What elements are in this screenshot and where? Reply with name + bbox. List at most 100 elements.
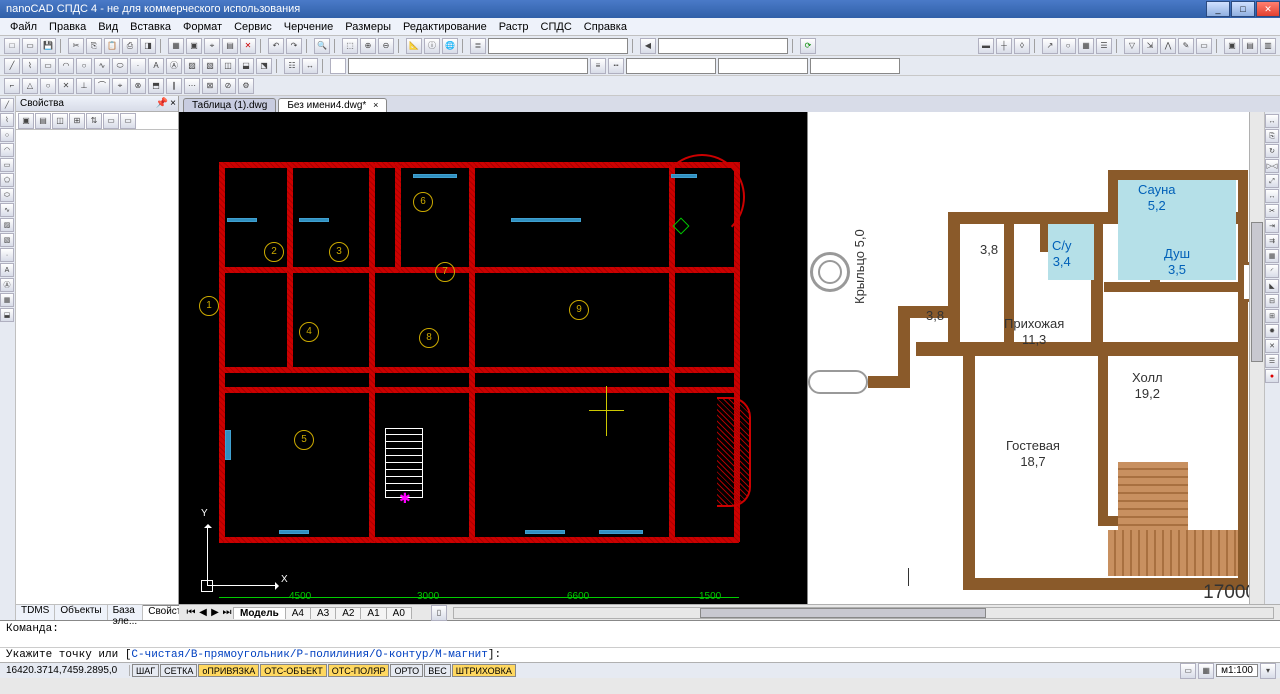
viewport-plan[interactable]: ✕ <box>808 112 1264 604</box>
pline-icon[interactable]: ⌇ <box>22 58 38 74</box>
command-prompt[interactable]: Укажите точку или [C-чистая/B-прямоуголь… <box>0 647 1280 662</box>
new-icon[interactable]: □ <box>4 38 20 54</box>
osnap-app-icon[interactable]: ⊠ <box>202 78 218 94</box>
spds-wall-icon[interactable]: ▬ <box>978 38 994 54</box>
v-mtext-icon[interactable]: Ⓐ <box>0 278 14 292</box>
dim-mgr-icon[interactable]: ↔ <box>302 58 318 74</box>
osnap-par-icon[interactable]: ∥ <box>166 78 182 94</box>
open-icon[interactable]: ▭ <box>22 38 38 54</box>
r-array-icon[interactable]: ▦ <box>1265 249 1279 263</box>
circle-icon[interactable]: ○ <box>76 58 92 74</box>
status-grid-icon[interactable]: ▦ <box>1198 663 1214 679</box>
spds-b-icon[interactable]: ▤ <box>1242 38 1258 54</box>
refresh-icon[interactable]: ⟳ <box>800 38 816 54</box>
props-b-icon[interactable]: ▭ <box>120 113 136 129</box>
v-spline-icon[interactable]: ∿ <box>0 203 14 217</box>
spds-window-icon[interactable]: ◊ <box>1014 38 1030 54</box>
r-fillet-icon[interactable]: ◜ <box>1265 264 1279 278</box>
menu-format[interactable]: Формат <box>177 21 228 33</box>
window-close-button[interactable]: ✕ <box>1256 1 1280 17</box>
status-osnap[interactable]: оПРИВЯЗКА <box>198 664 259 677</box>
osnap-none-icon[interactable]: ⊘ <box>220 78 236 94</box>
r-move-icon[interactable]: ↔ <box>1265 114 1279 128</box>
props-filter-icon[interactable]: ▤ <box>35 113 51 129</box>
cut-icon[interactable]: ✂ <box>68 38 84 54</box>
globe-icon[interactable]: 🌐 <box>442 38 458 54</box>
v-table-icon[interactable]: ▦ <box>0 293 14 307</box>
layout-tab-a4[interactable]: A4 <box>285 607 311 619</box>
layer-combo[interactable] <box>488 38 628 54</box>
undo-icon[interactable]: ↶ <box>268 38 284 54</box>
osnap-int-icon[interactable]: ✕ <box>58 78 74 94</box>
viewport-cad[interactable]: 1 2 3 4 5 6 7 8 9 ✱ 4500 3000 <box>179 112 808 604</box>
r-props-icon[interactable]: ☰ <box>1265 354 1279 368</box>
r-break-icon[interactable]: ⊟ <box>1265 294 1279 308</box>
snap-icon[interactable]: ⌖ <box>204 38 220 54</box>
command-area[interactable]: Команда: Укажите точку или [C-чистая/B-п… <box>0 620 1280 662</box>
menu-insert[interactable]: Вставка <box>124 21 177 33</box>
v-arc-icon[interactable]: ◠ <box>0 143 14 157</box>
r-erase-icon[interactable]: ✕ <box>1265 339 1279 353</box>
file-tab-unnamed[interactable]: Без имени4.dwg* × <box>278 98 387 112</box>
layer-prev-icon[interactable]: ◀ <box>640 38 656 54</box>
info-icon[interactable]: ⓘ <box>424 38 440 54</box>
cancel-icon[interactable]: ✕ <box>240 38 256 54</box>
spds-section-icon[interactable]: ⇲ <box>1142 38 1158 54</box>
props-tree-icon[interactable]: ⊞ <box>69 113 85 129</box>
props-tab-objects[interactable]: Объекты <box>55 605 107 620</box>
status-menu-icon[interactable]: ▾ <box>1260 663 1276 679</box>
status-grid[interactable]: СЕТКА <box>160 664 197 677</box>
r-chamfer-icon[interactable]: ◣ <box>1265 279 1279 293</box>
v-hatch-icon[interactable]: ▨ <box>0 218 14 232</box>
r-explode-icon[interactable]: ✹ <box>1265 324 1279 338</box>
spds-leader-icon[interactable]: ↗ <box>1042 38 1058 54</box>
r-stretch-icon[interactable]: ↔ <box>1265 189 1279 203</box>
redo-icon[interactable]: ↷ <box>286 38 302 54</box>
r-rotate-icon[interactable]: ↻ <box>1265 144 1279 158</box>
v-poly-icon[interactable]: ⬠ <box>0 173 14 187</box>
plotstyle-combo[interactable] <box>810 58 900 74</box>
properties-pin-icon[interactable]: 📌 <box>156 98 168 109</box>
osnap-mid-icon[interactable]: △ <box>22 78 38 94</box>
spds-spec-icon[interactable]: ☰ <box>1096 38 1112 54</box>
spds-weld-icon[interactable]: ⋀ <box>1160 38 1176 54</box>
v-point-icon[interactable]: · <box>0 248 14 262</box>
layout-next-icon[interactable]: ▶ <box>209 607 221 618</box>
menu-spds[interactable]: СПДС <box>535 21 578 33</box>
r-extend-icon[interactable]: ⇥ <box>1265 219 1279 233</box>
spds-level-icon[interactable]: ▽ <box>1124 38 1140 54</box>
layout-split-icon[interactable]: ▯ <box>431 605 447 621</box>
linetype-combo[interactable] <box>718 58 808 74</box>
layout-tab-a2[interactable]: A2 <box>335 607 361 619</box>
paste-icon[interactable]: 📋 <box>104 38 120 54</box>
spds-table-icon[interactable]: ▦ <box>1078 38 1094 54</box>
text-icon[interactable]: A <box>148 58 164 74</box>
osnap-set-icon[interactable]: ⚙ <box>238 78 254 94</box>
zoom-realtime-icon[interactable]: 🔍 <box>314 38 330 54</box>
r-3d-icon[interactable]: ● <box>1265 369 1279 383</box>
zoom-in-icon[interactable]: ⊕ <box>360 38 376 54</box>
spds-note-icon[interactable]: ✎ <box>1178 38 1194 54</box>
layout-tab-a0[interactable]: A0 <box>386 607 412 619</box>
preview-icon[interactable]: ◨ <box>140 38 156 54</box>
status-hatch[interactable]: ШТРИХОВКА <box>452 664 516 677</box>
layout-last-icon[interactable]: ⏭ <box>221 607 233 618</box>
osnap-near-icon[interactable]: ⌖ <box>112 78 128 94</box>
lineweight-combo[interactable] <box>626 58 716 74</box>
menu-help[interactable]: Справка <box>578 21 633 33</box>
zoom-out-icon[interactable]: ⊖ <box>378 38 394 54</box>
file-tab-close-icon[interactable]: × <box>373 100 378 110</box>
r-offset-icon[interactable]: ⇉ <box>1265 234 1279 248</box>
status-model-icon[interactable]: ▭ <box>1180 663 1196 679</box>
xref-icon[interactable]: ⬔ <box>256 58 272 74</box>
ellipse-icon[interactable]: ⬭ <box>112 58 128 74</box>
spds-c-icon[interactable]: ▥ <box>1260 38 1276 54</box>
selectall-icon[interactable]: ▣ <box>186 38 202 54</box>
props-tab-base[interactable]: База эле... <box>108 605 144 620</box>
lineweight-icon[interactable]: ≡ <box>590 58 606 74</box>
save-icon[interactable]: 💾 <box>40 38 56 54</box>
spds-form-icon[interactable]: ▭ <box>1196 38 1212 54</box>
status-otrack-polar[interactable]: ОТС-ПОЛЯР <box>328 664 390 677</box>
hatch-icon[interactable]: ▨ <box>184 58 200 74</box>
r-join-icon[interactable]: ⊞ <box>1265 309 1279 323</box>
